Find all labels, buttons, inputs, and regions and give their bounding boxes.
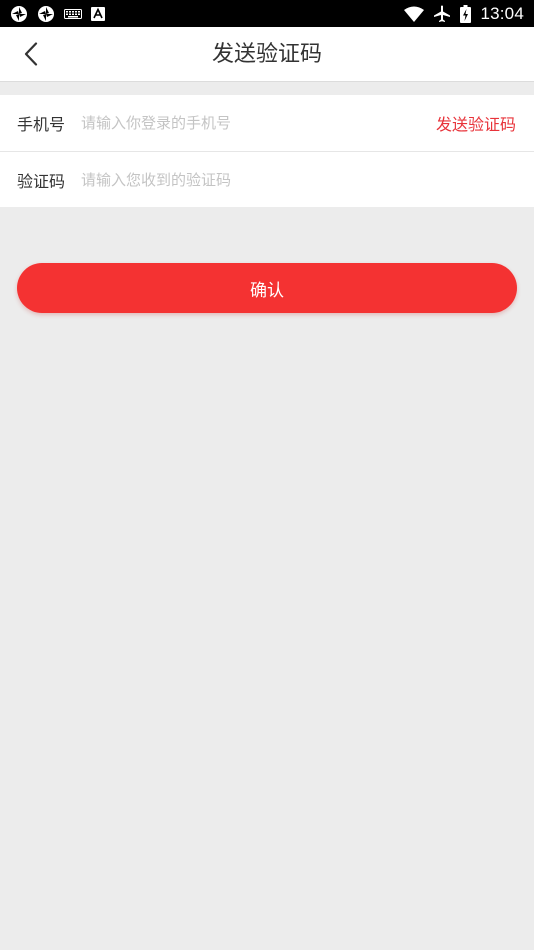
airplane-icon [434, 5, 451, 22]
code-row: 验证码 [0, 151, 534, 207]
wifi-icon [404, 6, 425, 22]
status-time: 13:04 [480, 3, 524, 23]
phone-row: 手机号 发送验证码 [0, 95, 534, 151]
back-button[interactable] [14, 37, 48, 71]
confirm-button[interactable]: 确认 [17, 263, 517, 313]
send-code-button[interactable]: 发送验证码 [436, 111, 516, 135]
phone-label: 手机号 [17, 115, 66, 134]
keyboard-icon [64, 8, 82, 19]
aperture-icon [38, 5, 54, 22]
app-header: 发送验证码 [0, 27, 534, 82]
phone-input[interactable] [81, 109, 421, 137]
status-left-icons [10, 5, 105, 23]
status-right-icons: 13:04 [404, 4, 524, 24]
code-input[interactable] [81, 166, 511, 194]
code-label: 验证码 [17, 171, 66, 191]
aperture-icon [11, 5, 27, 22]
chevron-left-icon [24, 42, 38, 66]
battery-icon [460, 4, 472, 23]
verification-form: 手机号 发送验证码 验证码 [0, 95, 534, 207]
page-title: 发送验证码 [211, 42, 322, 67]
status-bar: 13:04 [0, 0, 534, 27]
font-a-icon [91, 6, 105, 21]
